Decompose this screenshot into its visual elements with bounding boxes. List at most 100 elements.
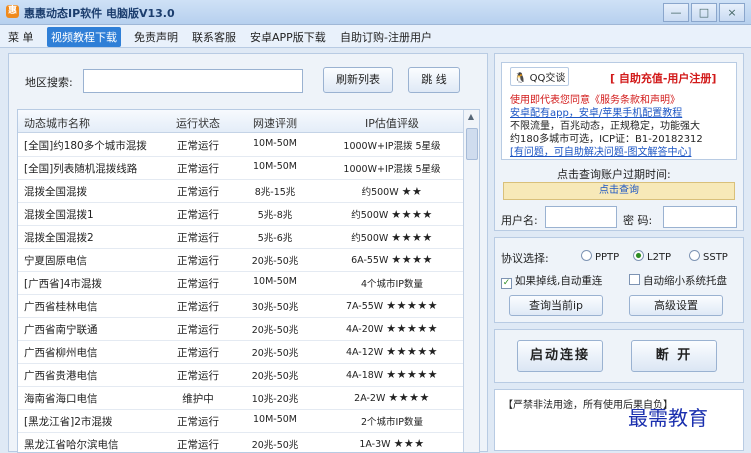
city-name: [广西省]4市混拨	[24, 278, 102, 290]
ip-count: 约500W	[351, 233, 389, 244]
auto-reconnect-option[interactable]: ✓ 如果掉线,自动重连	[501, 273, 602, 289]
close-button[interactable]: ×	[719, 3, 745, 22]
radio-l2tp[interactable]	[633, 250, 644, 261]
column-ip-rating[interactable]: IP估值评级	[323, 115, 461, 131]
ip-count: 1000W+IP混拨	[343, 141, 413, 152]
rating-level: 5星级	[415, 141, 441, 152]
city-name: 混拨全国混拨1	[24, 209, 94, 221]
city-name: 广西省贵港电信	[24, 370, 98, 382]
rating-stars: ★★★★★	[386, 368, 439, 381]
ip-rating: 4A-18W ★★★★★	[323, 368, 461, 381]
run-status: 正常运行	[177, 232, 219, 244]
password-label: 密 码:	[623, 214, 653, 227]
table-row[interactable]: 广西省贵港电信 正常运行 20兆-50兆 4A-18W ★★★★★	[18, 363, 464, 387]
ip-count: 4个城市IP数量	[360, 279, 424, 290]
help-center-link[interactable]: [有问题，可自助解决问题-图文解答中心]	[510, 143, 691, 158]
refresh-list-button[interactable]: 刷新列表	[323, 67, 393, 93]
table-row[interactable]: 混拨全国混拨2 正常运行 5兆-6兆 约500W ★★★★	[18, 225, 464, 249]
connect-panel: 启动连接 断 开	[494, 329, 744, 383]
ip-count: 1A-3W	[359, 439, 391, 450]
run-status: 正常运行	[177, 324, 219, 336]
protocol-label: 协议选择:	[501, 252, 549, 265]
minimize-tray-option[interactable]: 自动缩小系统托盘	[629, 273, 727, 288]
table-row[interactable]: 广西省柳州电信 正常运行 20兆-50兆 4A-12W ★★★★★	[18, 340, 464, 364]
column-city[interactable]: 动态城市名称	[24, 115, 162, 131]
query-ip-button[interactable]: 查询当前ip	[509, 295, 603, 316]
recharge-register-link[interactable]: [ 自助充值-用户注册]	[610, 70, 716, 86]
notice-account-panel: 🐧 QQ交谈 [ 自助充值-用户注册] 使用即代表您同意《服务条款和声明》 安卓…	[494, 53, 744, 231]
ip-rating: 1A-3W ★★★	[323, 437, 461, 450]
notice-box: 🐧 QQ交谈 [ 自助充值-用户注册] 使用即代表您同意《服务条款和声明》 安卓…	[501, 62, 737, 160]
run-status: 正常运行	[177, 416, 219, 428]
run-status: 正常运行	[177, 140, 219, 152]
table-row[interactable]: 混拨全国混拨1 正常运行 5兆-8兆 约500W ★★★★	[18, 202, 464, 226]
table-row[interactable]: 广西省桂林电信 正常运行 30兆-50兆 7A-55W ★★★★★	[18, 294, 464, 318]
ip-rating: 4A-20W ★★★★★	[323, 322, 461, 335]
ip-rating: 4A-12W ★★★★★	[323, 345, 461, 358]
protocol-option-label: SSTP	[703, 252, 728, 263]
rating-stars: ★★	[401, 185, 423, 198]
run-status: 正常运行	[177, 370, 219, 382]
app-logo-icon: 惠	[6, 5, 19, 18]
checkbox-icon[interactable]	[629, 274, 640, 285]
ip-count: 约500W	[361, 187, 399, 198]
run-status: 正常运行	[177, 163, 219, 175]
run-status: 正常运行	[177, 301, 219, 313]
switch-line-button[interactable]: 跳 线	[408, 67, 460, 93]
menu-item-disclaimer[interactable]: 免责声明	[134, 29, 178, 45]
speed-test: 20兆-50兆	[251, 325, 299, 336]
radio-sstp[interactable]	[689, 250, 700, 261]
scroll-up-icon[interactable]: ▲	[466, 112, 476, 122]
protocol-option-sstp[interactable]: SSTP	[689, 250, 728, 263]
table-row[interactable]: [全国]列表随机混拨线路 正常运行 10M-50M 1000W+IP混拨 5星级	[18, 156, 464, 180]
radio-pptp[interactable]	[581, 250, 592, 261]
table-scrollbar[interactable]: ▲	[463, 110, 479, 452]
scrollbar-thumb[interactable]	[466, 128, 478, 160]
protocol-option-l2tp[interactable]: L2TP	[633, 250, 671, 263]
disconnect-button[interactable]: 断 开	[631, 340, 717, 372]
expire-query-button[interactable]: 点击查询	[503, 182, 735, 200]
city-name: 广西省南宁联通	[24, 324, 98, 336]
table-header: 动态城市名称 运行状态 网速评测 IP估值评级	[18, 110, 464, 133]
rating-stars: ★★★	[393, 437, 425, 450]
table-row[interactable]: [黑龙江省]2市混拨 正常运行 10M-50M 2个城市IP数量	[18, 409, 464, 433]
protocol-option-pptp[interactable]: PPTP	[581, 250, 619, 263]
table-row[interactable]: 广西省南宁联通 正常运行 20兆-50兆 4A-20W ★★★★★	[18, 317, 464, 341]
menu-item-support[interactable]: 联系客服	[192, 29, 236, 45]
ip-count: 2A-2W	[354, 393, 386, 404]
city-name: [黑龙江省]2市混拨	[24, 416, 113, 428]
speed-test: 20兆-50兆	[251, 348, 299, 359]
table-row[interactable]: 宁夏固原电信 正常运行 20兆-50兆 6A-55W ★★★★	[18, 248, 464, 272]
username-field[interactable]	[545, 206, 617, 228]
minimize-button[interactable]: —	[663, 3, 689, 22]
rating-stars: ★★★★	[391, 253, 433, 266]
rating-stars: ★★★★	[391, 231, 433, 244]
auto-reconnect-label: 如果掉线,自动重连	[515, 275, 603, 287]
column-speed[interactable]: 网速评测	[240, 115, 310, 131]
speed-test: 8兆-15兆	[254, 187, 296, 198]
qq-chat-button[interactable]: 🐧 QQ交谈	[510, 67, 570, 86]
protocol-option-label: L2TP	[647, 252, 672, 263]
table-row[interactable]: 海南省海口电信 维护中 10兆-20兆 2A-2W ★★★★	[18, 386, 464, 410]
city-name: 宁夏固原电信	[24, 255, 87, 267]
connect-button[interactable]: 启动连接	[517, 340, 603, 372]
menu-item-android-app[interactable]: 安卓APP版下载	[250, 29, 326, 45]
checkbox-checked-icon[interactable]: ✓	[501, 278, 512, 289]
menu-item-video-tutorial[interactable]: 视频教程下载	[47, 27, 121, 47]
password-field[interactable]	[663, 206, 737, 228]
window-controls: — □ ×	[663, 3, 745, 22]
table-row[interactable]: [广西省]4市混拨 正常运行 10M-50M 4个城市IP数量	[18, 271, 464, 295]
qq-icon: 🐧	[514, 73, 527, 84]
table-row[interactable]: 混拨全国混拨 正常运行 8兆-15兆 约500W ★★	[18, 179, 464, 203]
menu-item-menu[interactable]: 菜 单	[8, 29, 34, 45]
maximize-button[interactable]: □	[691, 3, 717, 22]
menu-bar: 菜 单 视频教程下载 免责声明 联系客服 安卓APP版下载 自助订购-注册用户	[0, 25, 751, 48]
table-row[interactable]: [全国]约180多个城市混拨 正常运行 10M-50M 1000W+IP混拨 5…	[18, 133, 464, 157]
menu-item-subscribe[interactable]: 自助订购-注册用户	[340, 29, 432, 45]
region-search-input[interactable]	[83, 69, 303, 93]
advanced-settings-button[interactable]: 高级设置	[629, 295, 723, 316]
speed-test: 10M-50M	[253, 414, 297, 425]
speed-test: 10M-50M	[253, 276, 297, 287]
column-status[interactable]: 运行状态	[170, 115, 226, 131]
ip-rating: 6A-55W ★★★★	[323, 253, 461, 266]
